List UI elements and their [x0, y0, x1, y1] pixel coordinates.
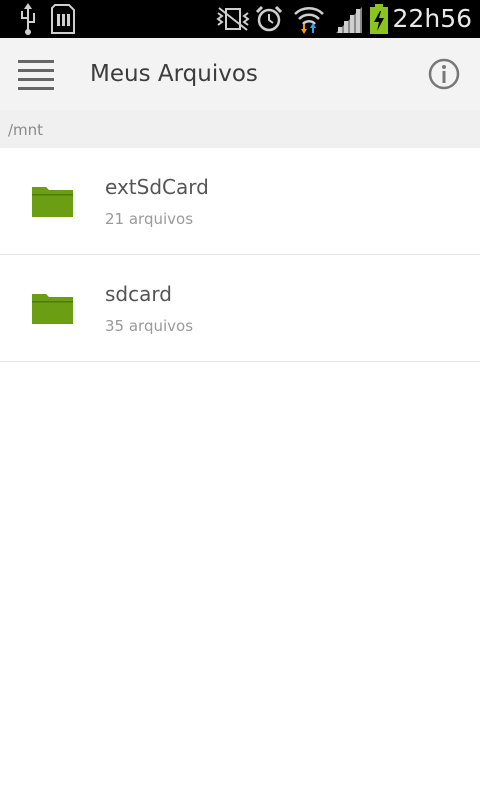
alarm-clock-icon: [254, 0, 284, 38]
folder-name: extSdCard: [105, 175, 209, 199]
info-icon[interactable]: [428, 58, 460, 90]
status-clock: 22h56: [392, 4, 472, 33]
file-count: 35 arquivos: [105, 317, 194, 335]
action-bar: Meus Arquivos: [0, 38, 480, 110]
path-breadcrumb: /mnt: [0, 110, 480, 148]
no-vibrate-icon: [215, 0, 251, 38]
battery-charging-icon: [368, 0, 390, 38]
current-path: /mnt: [8, 121, 44, 139]
folder-icon: [32, 185, 73, 217]
hamburger-menu-icon[interactable]: [18, 60, 54, 90]
folder-icon: [32, 292, 73, 324]
list-item[interactable]: sdcard 35 arquivos: [0, 255, 480, 362]
wifi-icon: [292, 0, 326, 38]
status-bar: 22h56: [0, 0, 480, 38]
usb-icon: [16, 0, 40, 38]
signal-icon: [333, 0, 365, 38]
folder-list: extSdCard 21 arquivos sdcard 35 arquivos: [0, 148, 480, 362]
list-item[interactable]: extSdCard 21 arquivos: [0, 148, 480, 255]
folder-name: sdcard: [105, 282, 172, 306]
file-count: 21 arquivos: [105, 210, 194, 228]
sd-card-icon: [50, 0, 76, 38]
page-title: Meus Arquivos: [90, 61, 258, 87]
